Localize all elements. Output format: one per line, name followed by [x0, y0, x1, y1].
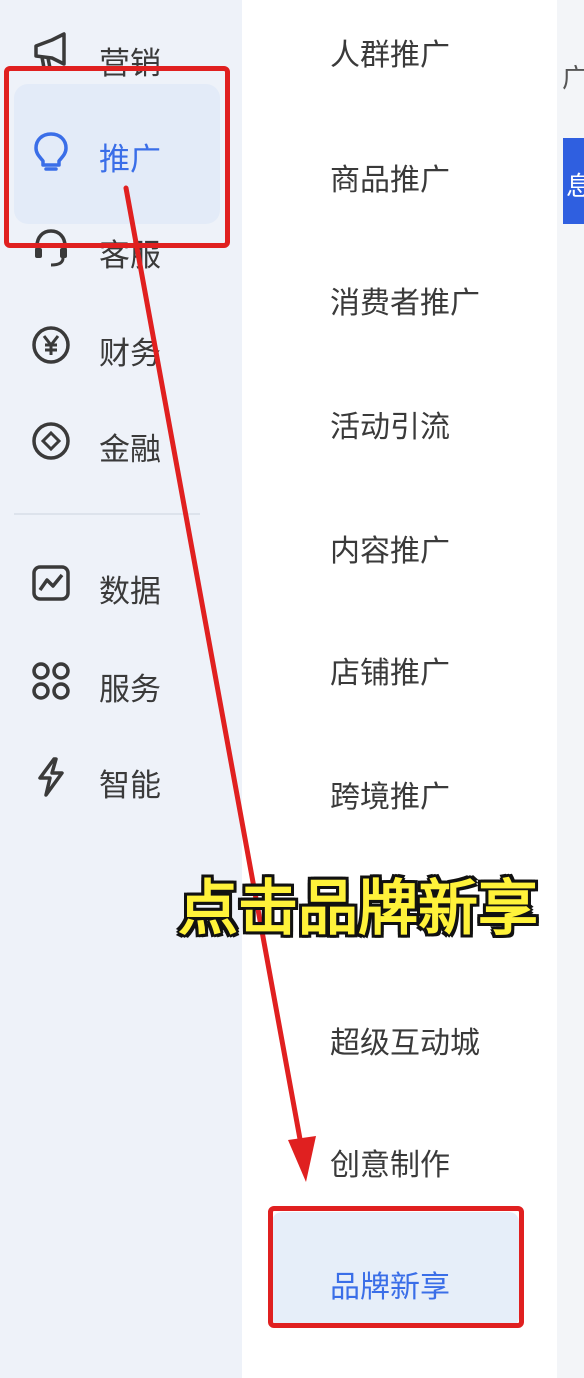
submenu-item-event-traffic[interactable]: 活动引流	[330, 402, 450, 446]
sidebar-item-data[interactable]: 数据	[0, 548, 242, 620]
partial-blue-button-text: 息	[566, 172, 584, 202]
submenu-item-product-promotion[interactable]: 商品推广	[330, 155, 450, 199]
yen-icon	[30, 324, 72, 366]
submenu-item-super-interactive-city[interactable]: 超级互动城	[330, 1018, 480, 1062]
diamond-icon	[30, 420, 72, 462]
sidebar-item-label: 数据	[99, 574, 161, 610]
sidebar-item-financing[interactable]: 金融	[0, 406, 242, 478]
sidebar-item-label: 智能	[99, 768, 161, 804]
chart-icon	[30, 562, 72, 604]
sidebar-item-intelligence[interactable]: 智能	[0, 742, 242, 814]
sidebar-item-finance[interactable]: 财务	[0, 310, 242, 382]
submenu-panel: 人群推广 商品推广 消费者推广 活动引流 内容推广 店铺推广 跨境推广 超级互动…	[242, 0, 557, 1378]
submenu-item-consumer-promotion[interactable]: 消费者推广	[330, 278, 480, 322]
submenu-item-store-promotion[interactable]: 店铺推广	[330, 648, 450, 692]
sidebar-item-label: 财务	[99, 336, 161, 372]
highlight-box-promotion	[4, 66, 230, 248]
partial-content-text: 广	[562, 64, 584, 94]
instruction-caption: 点击品牌新享	[178, 874, 538, 944]
lightning-icon	[30, 756, 72, 798]
grid-icon	[30, 660, 72, 702]
sidebar-item-label: 服务	[99, 672, 161, 708]
submenu-item-creative-production[interactable]: 创意制作	[330, 1140, 450, 1184]
sidebar-item-label: 金融	[99, 432, 161, 468]
sidebar-item-services[interactable]: 服务	[0, 646, 242, 718]
highlight-box-brand-new-share	[268, 1206, 524, 1328]
submenu-item-crossborder-promotion[interactable]: 跨境推广	[330, 772, 450, 816]
sidebar-divider	[14, 513, 200, 515]
submenu-item-crowd-promotion[interactable]: 人群推广	[330, 30, 450, 74]
submenu-item-content-promotion[interactable]: 内容推广	[330, 526, 450, 570]
